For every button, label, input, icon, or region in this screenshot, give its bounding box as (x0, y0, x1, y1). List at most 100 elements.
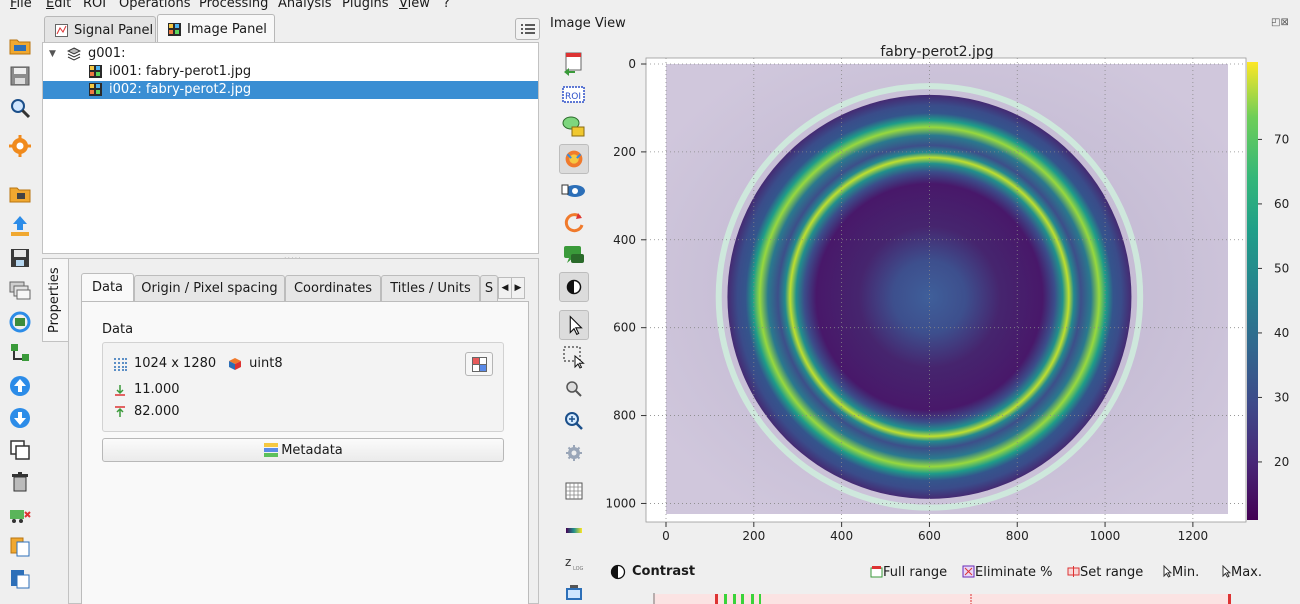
signal-icon (55, 23, 68, 37)
colorbar-tick-label: 60 (1274, 197, 1289, 211)
tab-titles-units[interactable]: Titles / Units (381, 275, 480, 301)
paste-icon[interactable] (8, 566, 32, 590)
histogram-min-marker[interactable] (715, 594, 718, 604)
y-tick-label: 0 (628, 57, 636, 71)
menu-analysis[interactable]: Analysis (278, 0, 332, 12)
size-line: 1024 x 1280 uint8 (113, 355, 283, 373)
x-tick-label: 600 (918, 529, 941, 543)
menu-help[interactable]: ? (443, 0, 450, 12)
menu-file[interactable]: File (10, 0, 32, 12)
save-icon[interactable] (8, 64, 32, 88)
metadata-button[interactable]: Metadata (102, 438, 504, 462)
set-range-button[interactable]: Set range (1067, 565, 1143, 580)
plugin-tree-icon[interactable] (8, 342, 32, 366)
tab-coordinates[interactable]: Coordinates (285, 275, 381, 301)
histogram-bar (741, 594, 744, 604)
main-toolbar (0, 12, 40, 604)
histogram-bar (724, 594, 727, 604)
max-line: 82.000 (113, 403, 180, 421)
snapshot-icon[interactable] (559, 578, 589, 604)
move-up-icon[interactable] (8, 374, 32, 398)
menu-roi[interactable]: ROI (83, 0, 106, 12)
gear-icon[interactable] (559, 438, 589, 468)
tab-data[interactable]: Data (81, 273, 134, 301)
pointer-min-icon (1163, 564, 1173, 578)
select-pointer-icon[interactable] (559, 310, 589, 340)
properties-side-tab[interactable]: Properties (42, 258, 68, 342)
menu-edit[interactable]: Edit (46, 0, 71, 12)
export-csv-icon[interactable] (559, 48, 589, 78)
arrow-up-max-icon (115, 406, 125, 417)
x-tick-label: 400 (830, 529, 853, 543)
zoom-in-icon[interactable] (559, 406, 589, 436)
pointer-max-icon (1222, 564, 1232, 578)
histogram-max-marker[interactable] (1228, 594, 1231, 604)
comment-icon[interactable] (559, 240, 589, 270)
z-log-icon[interactable]: z LOG (559, 548, 589, 578)
x-tick-label: 0 (662, 529, 670, 543)
copy-titles-icon[interactable] (8, 534, 32, 558)
tab-image-panel[interactable]: Image Panel (157, 14, 275, 44)
tree-item-row-selected[interactable]: i002: fabry-perot2.jpg (43, 81, 538, 99)
roi-icon[interactable]: ROI (559, 80, 589, 110)
eye-icon[interactable] (559, 176, 589, 206)
menu-operations[interactable]: Operations (119, 0, 190, 12)
search-icon[interactable] (8, 96, 32, 120)
tab-scroll-left-button[interactable]: ◀ (498, 277, 512, 299)
y-tick-label: 200 (613, 145, 636, 159)
rotate-icon[interactable] (559, 208, 589, 238)
y-tick-label: 400 (613, 233, 636, 247)
histogram-bar (733, 594, 736, 604)
delete-all-icon[interactable] (8, 502, 32, 526)
contrast-histogram[interactable] (612, 590, 1300, 604)
open-image-folder-icon[interactable] (8, 182, 32, 206)
tree-item-row[interactable]: i001: fabry-perot1.jpg (43, 63, 538, 81)
max-button[interactable]: Max. (1220, 564, 1262, 580)
grid-icon[interactable] (559, 476, 589, 506)
colormap-icon[interactable] (559, 144, 589, 174)
refresh-image-icon[interactable] (8, 310, 32, 334)
save-image-icon[interactable] (8, 246, 32, 270)
min-button[interactable]: Min. (1161, 564, 1199, 580)
settings-icon[interactable] (8, 134, 32, 158)
copy-icon[interactable] (8, 438, 32, 462)
tree-group-row[interactable]: ▼ g001: (43, 45, 538, 63)
full-range-icon (870, 566, 883, 578)
dock-controls[interactable]: ◰⊠ (1271, 17, 1289, 28)
move-down-icon[interactable] (8, 406, 32, 430)
tab-scroll-right-button[interactable]: ▶ (511, 277, 525, 299)
heatmap-image (666, 64, 1228, 514)
colorbar-icon[interactable] (559, 516, 589, 546)
upload-icon[interactable] (8, 214, 32, 238)
arrow-down-min-icon (115, 385, 125, 396)
y-tick-label: 600 (613, 321, 636, 335)
colorbar-tick-label: 70 (1274, 132, 1289, 146)
table-view-icon (472, 357, 487, 372)
tab-origin-pixel-spacing[interactable]: Origin / Pixel spacing (134, 275, 285, 301)
open-folder-icon[interactable] (8, 34, 32, 58)
set-range-icon (1067, 566, 1080, 577)
svg-text:z: z (565, 555, 571, 569)
tab-overflow[interactable]: S (480, 275, 498, 301)
duplicate-stack-icon[interactable] (8, 278, 32, 302)
rectangle-select-icon[interactable] (559, 342, 589, 372)
contrast-icon[interactable] (559, 272, 589, 302)
properties-body: Data 1024 x 1280 uint8 11.000 82.000 Met… (81, 301, 529, 604)
data-view-button[interactable] (465, 352, 493, 376)
annotations-icon[interactable] (559, 112, 589, 142)
menu-view[interactable]: View (399, 0, 430, 12)
menu-plugins[interactable]: Plugins (342, 0, 389, 12)
panel-list-button[interactable] (515, 18, 540, 40)
zoom-icon[interactable] (559, 374, 589, 404)
chevron-down-icon[interactable]: ▼ (49, 45, 56, 63)
layers-icon (67, 47, 81, 61)
menu-processing[interactable]: Processing (199, 0, 268, 12)
data-group-box: 1024 x 1280 uint8 11.000 82.000 (102, 342, 504, 432)
eliminate-outliers-button[interactable]: Eliminate % (962, 565, 1053, 580)
delete-icon[interactable] (8, 470, 32, 494)
tab-signal-panel[interactable]: Signal Panel (44, 16, 156, 43)
image-plot[interactable]: 0 200 400 600 800 1000 1200 0 200 400 600 800 1000 fa… (596, 36, 1300, 556)
image-view-title: Image View (550, 16, 626, 31)
full-range-button[interactable]: Full range (870, 565, 947, 580)
object-tree: ▼ g001: i001: fabry-perot1.jpg i002: fab… (42, 42, 539, 254)
